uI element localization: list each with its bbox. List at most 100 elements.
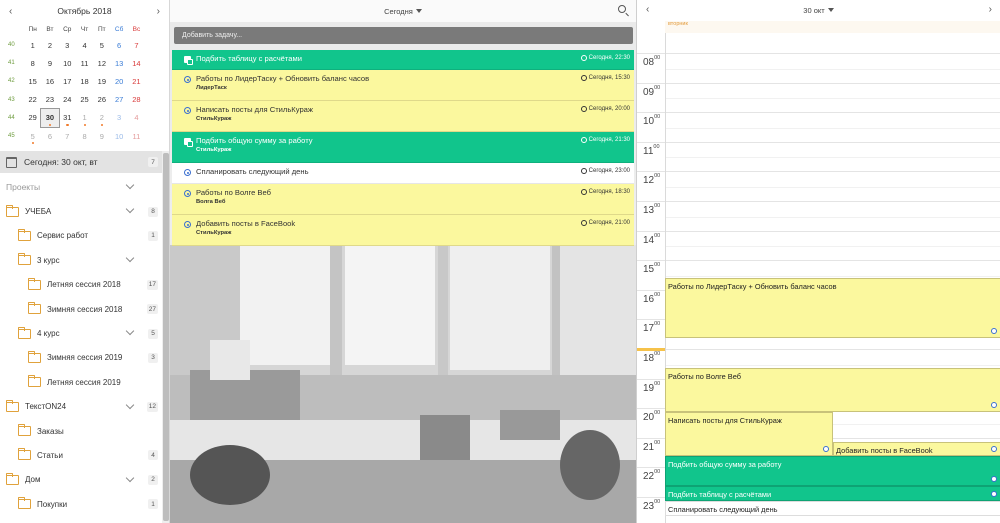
project-folder[interactable]: Летняя сессия 2019 bbox=[0, 370, 162, 394]
task-repeat-icon[interactable] bbox=[184, 76, 191, 83]
calendar-day[interactable]: 26 bbox=[93, 91, 110, 109]
project-folder[interactable]: Зимняя сессия 2019 3 bbox=[0, 346, 162, 370]
project-folder[interactable]: ТекстON24 12 bbox=[0, 395, 162, 419]
calendar-day[interactable]: 7 bbox=[59, 127, 76, 145]
chevron-down-icon[interactable] bbox=[125, 253, 135, 263]
calendar-day[interactable]: 15 bbox=[24, 72, 41, 90]
calendar-event[interactable]: Работы по ЛидерТаску + Обновить баланс ч… bbox=[665, 278, 1000, 338]
chevron-down-icon[interactable] bbox=[125, 205, 135, 214]
calendar-day[interactable]: 10 bbox=[59, 54, 76, 72]
task-note-icon[interactable] bbox=[184, 138, 193, 147]
hour-row[interactable]: 1300 bbox=[637, 201, 1000, 231]
calendar-day[interactable]: 25 bbox=[76, 91, 93, 109]
calendar-day[interactable]: 8 bbox=[76, 127, 93, 145]
project-folder[interactable]: Статьи 4 bbox=[0, 443, 162, 467]
chevron-down-icon[interactable] bbox=[125, 327, 135, 336]
calendar-event[interactable]: Подбить таблицу с расчётами bbox=[665, 486, 1000, 501]
calendar-day[interactable]: 10 bbox=[110, 127, 127, 145]
calendar-day[interactable]: 31 bbox=[59, 109, 76, 127]
calendar-day[interactable]: 13 bbox=[110, 54, 127, 72]
task-filter-label[interactable]: Сегодня bbox=[384, 7, 413, 16]
calendar-day[interactable]: 18 bbox=[76, 72, 93, 90]
task-repeat-icon[interactable] bbox=[184, 190, 191, 197]
task-item[interactable]: Работы по ЛидерТаску + Обновить баланс ч… bbox=[172, 70, 634, 101]
calendar-day[interactable]: 1 bbox=[76, 109, 93, 127]
calendar-day[interactable]: 9 bbox=[41, 54, 58, 72]
calendar-day[interactable]: 11 bbox=[76, 54, 93, 72]
calendar-event[interactable]: Подбить общую сумму за работу bbox=[665, 456, 1000, 486]
calendar-day[interactable]: 14 bbox=[128, 54, 145, 72]
calendar-day[interactable]: 3 bbox=[59, 36, 76, 54]
hour-row[interactable]: 1100 bbox=[637, 141, 1000, 172]
calendar-day[interactable]: 24 bbox=[59, 91, 76, 109]
calendar-day[interactable]: 2 bbox=[41, 36, 58, 54]
calendar-day[interactable]: 19 bbox=[93, 72, 110, 90]
calendar-day[interactable]: 23 bbox=[41, 91, 58, 109]
calendar-day[interactable]: 16 bbox=[41, 72, 58, 90]
calendar-day[interactable]: 22 bbox=[24, 91, 41, 109]
calendar-day[interactable]: 11 bbox=[128, 127, 145, 145]
task-item[interactable]: Добавить посты в FaceBook СтильКураж Сегод… bbox=[172, 215, 634, 246]
task-note-icon[interactable] bbox=[184, 56, 193, 65]
calendar-day[interactable]: 2 bbox=[93, 109, 110, 127]
calendar-day[interactable]: 5 bbox=[93, 36, 110, 54]
project-folder[interactable]: УЧЕБА 8 bbox=[0, 199, 162, 223]
calendar-day[interactable]: 5 bbox=[24, 127, 41, 145]
calendar-event[interactable]: Работы по Волге Веб bbox=[665, 368, 1000, 412]
project-folder[interactable]: 3 курс bbox=[0, 248, 162, 272]
calendar-day[interactable]: 12 bbox=[93, 54, 110, 72]
task-item[interactable]: Спланировать следующий день Сегодня, 23:0… bbox=[172, 163, 634, 184]
calendar-event[interactable]: Спланировать следующий день bbox=[665, 501, 1000, 516]
task-item[interactable]: Написать посты для СтильКураж СтильКураж С… bbox=[172, 101, 634, 132]
chevron-left-icon[interactable]: ‹ bbox=[646, 4, 649, 15]
caret-down-icon[interactable] bbox=[415, 9, 422, 13]
project-folder[interactable]: Летняя сессия 2018 17 bbox=[0, 273, 162, 297]
caret-down-icon[interactable] bbox=[827, 8, 834, 12]
hour-row[interactable]: 0900 bbox=[637, 82, 1000, 113]
calendar-day[interactable]: 9 bbox=[93, 127, 110, 145]
calendar-day[interactable]: 6 bbox=[110, 36, 127, 54]
task-item[interactable]: Подбить общую сумму за работу СтильКураж С… bbox=[172, 132, 634, 163]
hour-row[interactable]: 0800 bbox=[637, 53, 1000, 83]
calendar-day[interactable]: 30 bbox=[40, 107, 60, 128]
project-folder[interactable]: Покупки 1 bbox=[0, 492, 162, 516]
calendar-day[interactable]: 29 bbox=[24, 109, 41, 127]
calendar-day[interactable]: 17 bbox=[59, 72, 76, 90]
hour-row[interactable]: 1200 bbox=[637, 171, 1000, 201]
calendar-day[interactable]: 27 bbox=[110, 91, 127, 109]
today-row[interactable]: Сегодня: 30 окт, вт 7 bbox=[0, 151, 162, 173]
project-folder[interactable]: Зимняя сессия 2018 27 bbox=[0, 297, 162, 321]
calendar-day[interactable]: 20 bbox=[110, 72, 127, 90]
calendar-event[interactable]: Написать посты для СтильКураж bbox=[665, 412, 833, 456]
chevron-right-icon[interactable]: › bbox=[989, 4, 992, 15]
project-folder[interactable]: 4 курс 5 bbox=[0, 321, 162, 345]
scrollbar-thumb[interactable] bbox=[163, 153, 169, 521]
chevron-down-icon[interactable] bbox=[125, 180, 135, 190]
search-icon[interactable] bbox=[618, 5, 626, 13]
calendar-day[interactable]: 3 bbox=[110, 109, 127, 127]
project-folder[interactable]: Заказы bbox=[0, 419, 162, 443]
task-panel-header[interactable]: Сегодня bbox=[170, 0, 636, 22]
calendar-day[interactable]: 1 bbox=[24, 36, 41, 54]
task-item[interactable]: Работы по Волге Веб Волга Веб Сегодня, 18:… bbox=[172, 184, 634, 215]
section-header-projects[interactable]: Проекты bbox=[0, 175, 162, 199]
task-repeat-icon[interactable] bbox=[184, 169, 191, 176]
calendar-event[interactable]: Добавить посты в FaceBook bbox=[833, 442, 1000, 456]
hour-row[interactable]: 1000 bbox=[637, 112, 1000, 142]
calendar-day[interactable]: 7 bbox=[128, 36, 145, 54]
calendar-day[interactable]: 8 bbox=[24, 54, 41, 72]
project-folder[interactable]: Дом 2 bbox=[0, 468, 162, 492]
calendar-day[interactable]: 28 bbox=[128, 91, 145, 109]
chevron-down-icon[interactable] bbox=[125, 473, 135, 482]
hour-row[interactable]: 1400 bbox=[637, 230, 1000, 261]
add-task-input[interactable]: Добавить задачу... bbox=[174, 27, 633, 44]
task-repeat-icon[interactable] bbox=[184, 221, 191, 228]
task-repeat-icon[interactable] bbox=[184, 107, 191, 114]
calendar-day[interactable]: 6 bbox=[41, 127, 58, 145]
sidebar-scrollbar[interactable] bbox=[162, 151, 169, 523]
chevron-left-icon[interactable]: ‹ bbox=[9, 6, 12, 17]
calendar-day[interactable]: 21 bbox=[128, 72, 145, 90]
calendar-day[interactable]: 4 bbox=[76, 36, 93, 54]
chevron-right-icon[interactable]: › bbox=[157, 6, 160, 17]
calendar-day[interactable]: 4 bbox=[128, 109, 145, 127]
